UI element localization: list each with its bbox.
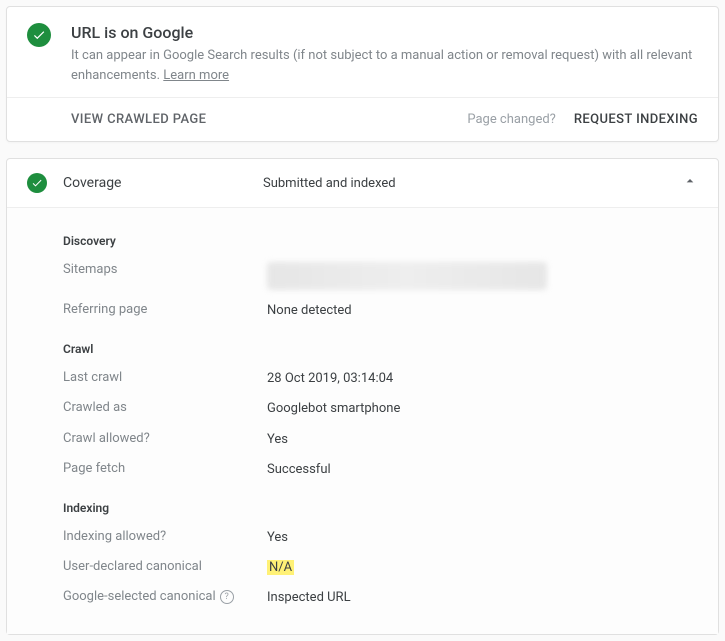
user-canonical-label: User-declared canonical: [63, 559, 267, 574]
google-canonical-label: Google-selected canonical ?: [63, 589, 267, 604]
last-crawl-value: 28 Oct 2019, 03:14:04: [267, 370, 393, 388]
coverage-label: Coverage: [63, 175, 263, 191]
crawl-allowed-value: Yes: [267, 431, 288, 449]
learn-more-link[interactable]: Learn more: [163, 68, 229, 83]
user-canonical-row: User-declared canonical N/A: [63, 553, 698, 583]
crawled-as-label: Crawled as: [63, 400, 267, 415]
indexing-allowed-value: Yes: [267, 529, 288, 547]
referring-page-row: Referring page None detected: [63, 296, 698, 326]
user-canonical-highlight: N/A: [267, 560, 294, 575]
success-check-icon: [27, 173, 47, 193]
indexing-allowed-row: Indexing allowed? Yes: [63, 523, 698, 553]
sitemaps-row: Sitemaps: [63, 256, 698, 296]
help-icon[interactable]: ?: [220, 590, 234, 604]
user-canonical-value: N/A: [267, 559, 294, 577]
sitemaps-value: [267, 262, 547, 290]
view-crawled-page-button[interactable]: VIEW CRAWLED PAGE: [71, 112, 206, 127]
page-fetch-value: Successful: [267, 461, 331, 479]
indexing-section-title: Indexing: [63, 485, 698, 523]
google-canonical-value: Inspected URL: [267, 589, 351, 607]
coverage-status: Submitted and indexed: [263, 176, 682, 191]
indexing-allowed-label: Indexing allowed?: [63, 529, 267, 544]
crawled-as-row: Crawled as Googlebot smartphone: [63, 394, 698, 424]
last-crawl-row: Last crawl 28 Oct 2019, 03:14:04: [63, 364, 698, 394]
url-status-card: URL is on Google It can appear in Google…: [6, 6, 719, 142]
status-row: URL is on Google It can appear in Google…: [7, 7, 718, 97]
crawl-allowed-row: Crawl allowed? Yes: [63, 425, 698, 455]
status-text-block: URL is on Google It can appear in Google…: [71, 23, 698, 85]
referring-page-label: Referring page: [63, 302, 267, 317]
coverage-panel-body: Discovery Sitemaps Referring page None d…: [7, 208, 718, 634]
chevron-up-icon: [682, 173, 698, 193]
last-crawl-label: Last crawl: [63, 370, 267, 385]
crawled-as-value: Googlebot smartphone: [267, 400, 400, 418]
discovery-section-title: Discovery: [63, 218, 698, 256]
redacted-content: [267, 262, 547, 290]
coverage-panel: Coverage Submitted and indexed Discovery…: [6, 158, 719, 635]
referring-page-value: None detected: [267, 302, 352, 320]
page-changed-label: Page changed?: [467, 112, 556, 127]
actions-row: VIEW CRAWLED PAGE Page changed? REQUEST …: [7, 97, 718, 141]
page-fetch-row: Page fetch Successful: [63, 455, 698, 485]
coverage-panel-header[interactable]: Coverage Submitted and indexed: [7, 159, 718, 208]
request-indexing-button[interactable]: REQUEST INDEXING: [574, 112, 698, 127]
crawl-allowed-label: Crawl allowed?: [63, 431, 267, 446]
status-title: URL is on Google: [71, 23, 698, 42]
page-fetch-label: Page fetch: [63, 461, 267, 476]
status-description: It can appear in Google Search results (…: [71, 46, 698, 85]
crawl-section-title: Crawl: [63, 326, 698, 364]
success-check-icon: [27, 23, 51, 47]
google-canonical-row: Google-selected canonical ? Inspected UR…: [63, 583, 698, 613]
sitemaps-label: Sitemaps: [63, 262, 267, 277]
